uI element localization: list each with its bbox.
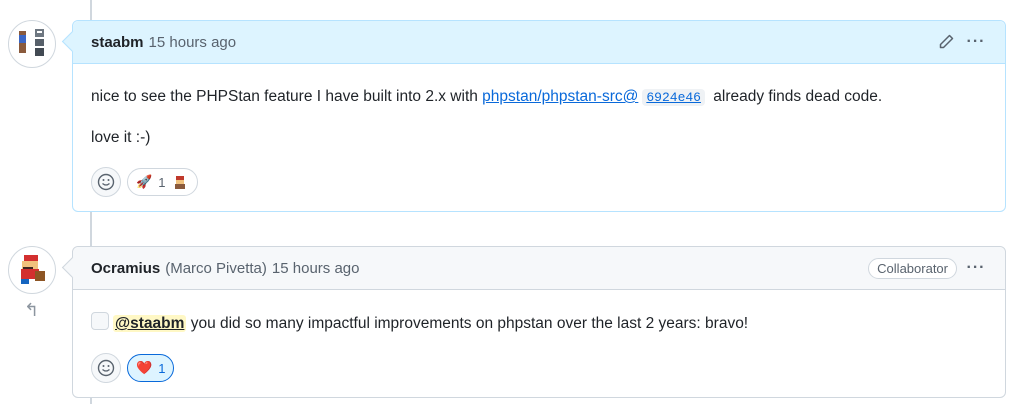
timeline-line (90, 0, 92, 20)
comment-header: staabm 15 hours ago ··· (61, 21, 1005, 64)
reply-arrow-icon[interactable]: ↰ (24, 300, 39, 321)
comment-text: already finds dead code. (708, 88, 883, 105)
timeline-line (90, 210, 92, 246)
reaction-count: 1 (158, 360, 166, 376)
user-mention[interactable]: @staabm (113, 315, 187, 332)
comment-caret (61, 256, 84, 279)
reactor-avatar (171, 173, 189, 191)
reaction-count: 1 (158, 174, 166, 190)
comment-author-fullname: (Marco Pivetta) (165, 259, 267, 277)
heart-emoji: ❤️ (136, 360, 153, 375)
inline-image-icon (91, 312, 109, 330)
smiley-icon[interactable] (91, 167, 121, 197)
comment-paragraph: nice to see the PHPStan feature I have b… (91, 86, 987, 109)
reactions-bar: 🚀 1 (73, 167, 1005, 215)
kebab-icon[interactable]: ··· (965, 31, 987, 53)
comment-ocramius: Ocramius (Marco Pivetta) 15 hours ago Co… (61, 246, 1006, 401)
comment-timestamp[interactable]: 15 hours ago (272, 260, 360, 277)
reaction-heart[interactable]: ❤️ 1 (127, 354, 175, 382)
avatar-ocramius[interactable] (8, 246, 56, 294)
comment-author[interactable]: staabm (91, 34, 144, 51)
comment-timestamp[interactable]: 15 hours ago (149, 34, 237, 51)
avatar-staabm[interactable] (8, 20, 56, 68)
rocket-emoji: 🚀 (136, 174, 153, 189)
comment-paragraph: @staabm you did so many impactful improv… (91, 312, 987, 335)
reactions-bar: ❤️ 1 (73, 353, 1005, 401)
smiley-icon[interactable] (91, 353, 121, 383)
comment-body: @staabm you did so many impactful improv… (73, 290, 1005, 335)
pencil-icon[interactable] (935, 31, 957, 53)
comment-body: nice to see the PHPStan feature I have b… (73, 64, 1005, 149)
comment-paragraph: love it :-) (91, 129, 151, 146)
comment-caret (61, 30, 84, 53)
commit-link[interactable]: phpstan/phpstan-src@ (482, 88, 638, 105)
comment-header: Ocramius (Marco Pivetta) 15 hours ago Co… (61, 247, 1005, 290)
comment-text: nice to see the PHPStan feature I have b… (91, 88, 483, 105)
commit-sha-link[interactable]: 6924e46 (642, 89, 705, 106)
comment-text: you did so many impactful improvements o… (186, 315, 749, 332)
reaction-rocket[interactable]: 🚀 1 (127, 168, 199, 196)
comment-staabm: staabm 15 hours ago ··· nice to see the … (61, 20, 1006, 215)
kebab-icon[interactable]: ··· (965, 257, 987, 279)
comment-author[interactable]: Ocramius (91, 260, 160, 277)
collaborator-badge: Collaborator (868, 257, 957, 279)
